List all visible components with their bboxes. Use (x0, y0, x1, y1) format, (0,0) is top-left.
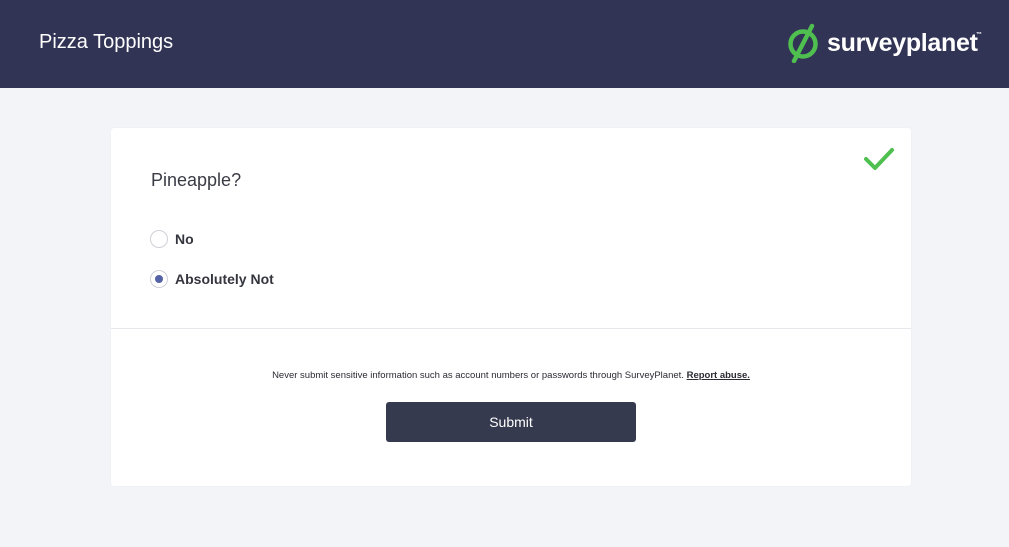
option-label: Absolutely Not (175, 271, 274, 287)
submit-button[interactable]: Submit (386, 402, 636, 442)
radio-button-no[interactable] (150, 230, 168, 248)
question-card: Pineapple? No Absolutely Not Never submi… (111, 128, 911, 486)
brand-logo[interactable]: surveyplanet ™ (785, 22, 982, 64)
brand-trademark: ™ (975, 31, 982, 38)
option-absolutely-not[interactable]: Absolutely Not (150, 268, 274, 290)
divider (111, 328, 911, 329)
disclaimer-text: Never submit sensitive information such … (111, 370, 911, 381)
survey-title: Pizza Toppings (39, 31, 174, 53)
radio-button-absolutely-not[interactable] (150, 270, 168, 288)
option-label: No (175, 231, 194, 247)
question-text: Pineapple? (151, 170, 242, 190)
header-bar: Pizza Toppings surveyplanet ™ (0, 0, 1009, 88)
report-abuse-link[interactable]: Report abuse. (687, 370, 750, 381)
surveyplanet-logo-icon (788, 23, 818, 63)
brand-name: surveyplanet ™ (827, 28, 982, 57)
disclaimer-message: Never submit sensitive information such … (272, 370, 684, 381)
checkmark-icon (864, 148, 894, 170)
option-no[interactable]: No (150, 228, 194, 250)
